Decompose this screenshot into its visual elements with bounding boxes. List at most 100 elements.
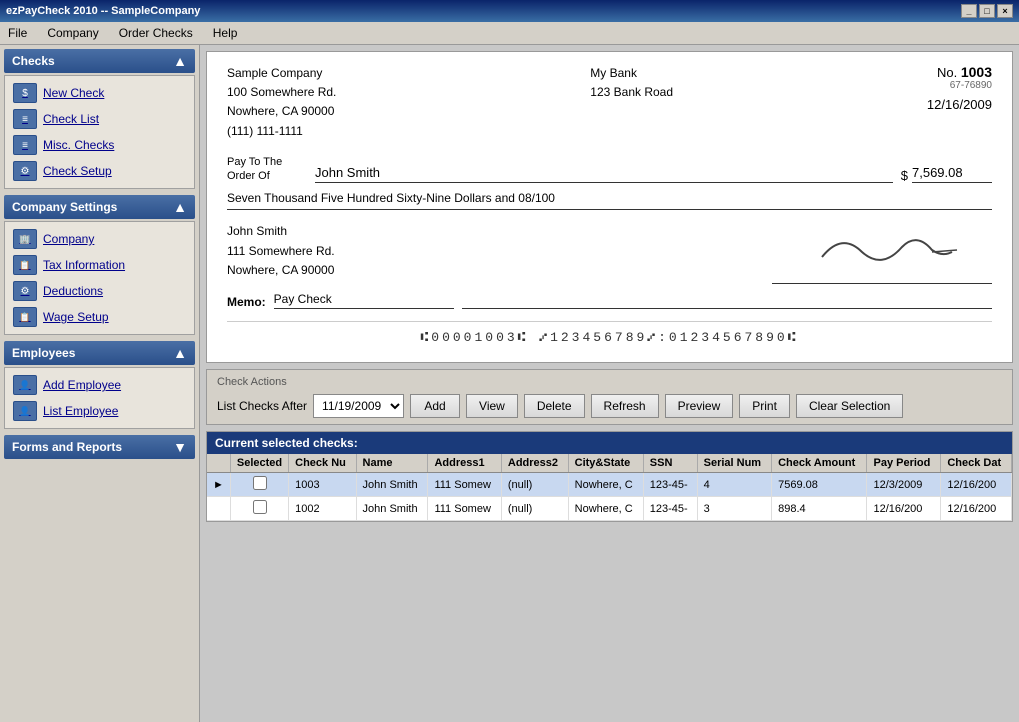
check-amount-1: 7569.08 xyxy=(772,473,867,497)
actions-row: List Checks After 11/19/2009 11/01/2009 … xyxy=(217,394,1002,418)
wage-icon: 📋 xyxy=(13,307,37,327)
checkbox-2[interactable] xyxy=(253,500,267,514)
checks-section-header[interactable]: Checks ▲ xyxy=(4,49,195,73)
menu-file[interactable]: File xyxy=(4,24,31,42)
check-amount-2: 898.4 xyxy=(772,497,867,521)
close-button[interactable]: × xyxy=(997,4,1013,18)
check-list-label: Check List xyxy=(43,112,99,126)
check-actions-panel: Check Actions List Checks After 11/19/20… xyxy=(206,369,1013,425)
forms-toggle-icon[interactable]: ▼ xyxy=(173,439,187,455)
check-preview: Sample Company 100 Somewhere Rd. Nowhere… xyxy=(206,51,1013,363)
title-bar: ezPayCheck 2010 -- SampleCompany _ □ × xyxy=(0,0,1019,22)
deductions-icon: ⚙ xyxy=(13,281,37,301)
ssn-1: 123-45- xyxy=(643,473,697,497)
sidebar-item-list-employee[interactable]: 👤 List Employee xyxy=(9,398,190,424)
tax-icon: 📋 xyxy=(13,255,37,275)
signature xyxy=(772,222,992,284)
checks-section-label: Checks xyxy=(12,54,55,68)
sidebar-item-add-employee[interactable]: 👤 Add Employee xyxy=(9,372,190,398)
checks-table-section: Current selected checks: Selected Check … xyxy=(206,431,1013,522)
row-checkbox-2[interactable] xyxy=(230,497,288,521)
table-body: ► 1003 John Smith 111 Somew (null) Nowhe… xyxy=(207,473,1012,521)
employees-section-header[interactable]: Employees ▲ xyxy=(4,341,195,365)
sidebar-item-tax-information[interactable]: 📋 Tax Information xyxy=(9,252,190,278)
table-row[interactable]: ► 1003 John Smith 111 Somew (null) Nowhe… xyxy=(207,473,1012,497)
name-2: John Smith xyxy=(356,497,428,521)
name-1: John Smith xyxy=(356,473,428,497)
payee-address: John Smith 111 Somewhere Rd. Nowhere, CA… xyxy=(227,222,335,280)
forms-section-header[interactable]: Forms and Reports ▼ xyxy=(4,435,195,459)
check-date-2: 12/16/200 xyxy=(941,497,1012,521)
window-controls[interactable]: _ □ × xyxy=(961,4,1013,18)
ssn-2: 123-45- xyxy=(643,497,697,521)
company-icon: 🏢 xyxy=(13,229,37,249)
sidebar-item-check-list[interactable]: ≡ Check List xyxy=(9,106,190,132)
sidebar-item-new-check[interactable]: $ New Check xyxy=(9,80,190,106)
micr-line: ⑆00001003⑆ ⑇123456789⑇:01234567890⑆ xyxy=(227,321,992,346)
col-selected: Selected xyxy=(230,454,288,473)
menu-order-checks[interactable]: Order Checks xyxy=(115,24,197,42)
view-button[interactable]: View xyxy=(466,394,518,418)
city-state-1: Nowhere, C xyxy=(568,473,643,497)
refresh-button[interactable]: Refresh xyxy=(591,394,659,418)
new-check-label: New Check xyxy=(43,86,104,100)
check-number-area: No. 1003 67-76890 12/16/2009 xyxy=(927,64,992,141)
minimize-button[interactable]: _ xyxy=(961,4,977,18)
address2-1: (null) xyxy=(501,473,568,497)
employees-section-label: Employees xyxy=(12,346,75,360)
add-employee-label: Add Employee xyxy=(43,378,121,392)
sidebar-item-check-setup[interactable]: ⚙ Check Setup xyxy=(9,158,190,184)
amount-words: Seven Thousand Five Hundred Sixty-Nine D… xyxy=(227,187,992,210)
row-checkbox-1[interactable] xyxy=(230,473,288,497)
content-area: Sample Company 100 Somewhere Rd. Nowhere… xyxy=(200,45,1019,722)
check-list-icon: ≡ xyxy=(13,109,37,129)
company-section-content: 🏢 Company 📋 Tax Information ⚙ Deductions… xyxy=(4,221,195,335)
sidebar-item-company[interactable]: 🏢 Company xyxy=(9,226,190,252)
menu-company[interactable]: Company xyxy=(43,24,102,42)
checkbox-1[interactable] xyxy=(253,476,267,490)
payee-name-addr: John Smith xyxy=(227,222,335,241)
sidebar-item-wage-setup[interactable]: 📋 Wage Setup xyxy=(9,304,190,330)
sidebar-item-misc-checks[interactable]: ≡ Misc. Checks xyxy=(9,132,190,158)
employees-toggle-icon[interactable]: ▲ xyxy=(173,345,187,361)
col-ssn: SSN xyxy=(643,454,697,473)
col-address2: Address2 xyxy=(501,454,568,473)
memo-label: Memo: xyxy=(227,295,266,309)
col-arrow xyxy=(207,454,230,473)
misc-checks-icon: ≡ xyxy=(13,135,37,155)
check-date-1: 12/16/200 xyxy=(941,473,1012,497)
check-number-prefix: No. xyxy=(937,65,957,80)
add-button[interactable]: Add xyxy=(410,394,460,418)
col-check-amount: Check Amount xyxy=(772,454,867,473)
clear-selection-button[interactable]: Clear Selection xyxy=(796,394,903,418)
signature-svg xyxy=(802,222,962,272)
routing-number: 67-76890 xyxy=(927,80,992,91)
checks-toggle-icon[interactable]: ▲ xyxy=(173,53,187,69)
sidebar: Checks ▲ $ New Check ≡ Check List ≡ Misc… xyxy=(0,45,200,722)
new-check-icon: $ xyxy=(13,83,37,103)
sidebar-item-deductions[interactable]: ⚙ Deductions xyxy=(9,278,190,304)
date-select[interactable]: 11/19/2009 11/01/2009 10/01/2009 xyxy=(313,394,404,418)
company-toggle-icon[interactable]: ▲ xyxy=(173,199,187,215)
print-button[interactable]: Print xyxy=(739,394,790,418)
misc-checks-label: Misc. Checks xyxy=(43,138,114,152)
checks-table: Selected Check Nu Name Address1 Address2… xyxy=(207,454,1012,521)
company-section-header[interactable]: Company Settings ▲ xyxy=(4,195,195,219)
city-state-2: Nowhere, C xyxy=(568,497,643,521)
bank-address: 123 Bank Road xyxy=(590,83,673,102)
col-check-num: Check Nu xyxy=(289,454,356,473)
amount-area: $ 7,569.08 xyxy=(901,165,992,183)
checks-section-content: $ New Check ≡ Check List ≡ Misc. Checks … xyxy=(4,75,195,189)
check-setup-icon: ⚙ xyxy=(13,161,37,181)
add-employee-icon: 👤 xyxy=(13,375,37,395)
address1-2: 111 Somew xyxy=(428,497,501,521)
delete-button[interactable]: Delete xyxy=(524,394,585,418)
check-setup-label: Check Setup xyxy=(43,164,112,178)
table-row[interactable]: 1002 John Smith 111 Somew (null) Nowhere… xyxy=(207,497,1012,521)
company-info: Sample Company 100 Somewhere Rd. Nowhere… xyxy=(227,64,336,141)
menu-help[interactable]: Help xyxy=(209,24,242,42)
maximize-button[interactable]: □ xyxy=(979,4,995,18)
memo-line-filler xyxy=(462,308,992,309)
memo-value: Pay Check xyxy=(274,292,454,309)
preview-button[interactable]: Preview xyxy=(665,394,734,418)
